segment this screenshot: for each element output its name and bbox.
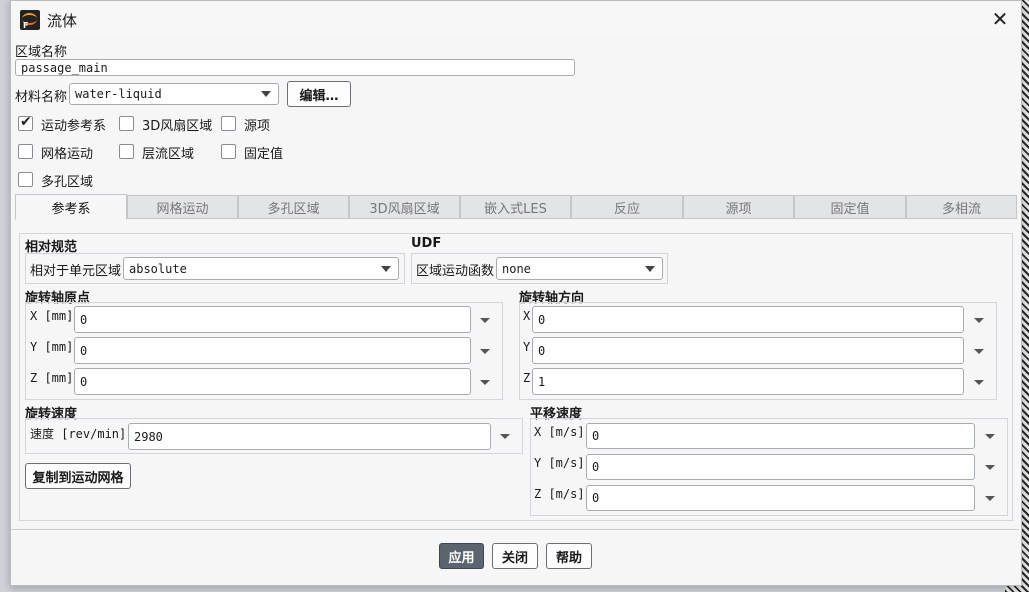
zone-motion-function-value: none <box>502 261 531 276</box>
relative-to-zone-label: 相对于单元区域 <box>30 264 122 279</box>
origin-z-input[interactable]: 0 <box>74 368 471 395</box>
close-icon[interactable]: ✕ <box>989 8 1011 30</box>
translation-x-label: X [m/s] <box>534 425 585 439</box>
edit-material-button[interactable]: 编辑… <box>287 81 351 107</box>
checkbox-mesh-motion[interactable] <box>18 144 33 159</box>
translation-z-dropdown-icon[interactable] <box>985 496 995 501</box>
checkbox-label-fixed-values: 固定值 <box>244 147 284 162</box>
translation-y-input[interactable]: 0 <box>586 454 975 480</box>
help-button[interactable]: 帮助 <box>546 543 592 569</box>
direction-y-dropdown-icon[interactable] <box>974 349 984 354</box>
udf-title: UDF <box>411 236 442 251</box>
direction-z-label: Z <box>523 371 531 385</box>
zone-name-input[interactable]: passage_main <box>15 59 575 76</box>
translation-y-label: Y [m/s] <box>534 456 585 470</box>
checkbox-label-moving-reference: 运动参考系 <box>41 119 107 134</box>
material-label: 材料名称 <box>15 90 68 105</box>
origin-z-label: Z [mm] <box>30 371 74 385</box>
checkbox-porous-zone[interactable] <box>18 172 33 187</box>
translation-x-dropdown-icon[interactable] <box>985 434 995 439</box>
origin-y-label: Y [mm] <box>30 340 74 354</box>
direction-x-input[interactable]: 0 <box>532 306 964 333</box>
rotation-speed-group: 速度 [rev/min] 2980 <box>25 418 523 454</box>
origin-x-input[interactable]: 0 <box>74 306 471 333</box>
translation-z-label: Z [m/s] <box>534 487 585 501</box>
copy-to-mesh-motion-button[interactable]: 复制到运动网格 <box>25 463 131 489</box>
chevron-down-icon <box>261 91 271 97</box>
zone-name-label: 区域名称 <box>15 45 68 60</box>
origin-y-dropdown-icon[interactable] <box>480 349 490 354</box>
zone-motion-function-label: 区域运动函数 <box>416 264 495 279</box>
window-title: 流体 <box>47 12 78 30</box>
udf-group: 区域运动函数 none <box>411 253 668 284</box>
material-select[interactable]: water-liquid <box>69 83 279 105</box>
checkbox-source-terms[interactable] <box>221 116 236 131</box>
rotation-speed-label: 速度 [rev/min] <box>30 427 127 441</box>
tab-fixed-values[interactable]: 固定值 <box>794 195 906 219</box>
close-button[interactable]: 关闭 <box>492 543 538 569</box>
zone-motion-function-select[interactable]: none <box>496 257 663 280</box>
footer-divider <box>11 529 1019 530</box>
material-select-value: water-liquid <box>75 87 162 101</box>
reference-frame-panel: 相对规范 相对于单元区域 absolute UDF 区域运动函数 none 旋转… <box>19 233 1013 521</box>
fluid-dialog: F 流体 ✕ 区域名称 passage_main 材料名称 water-liqu… <box>10 0 1022 586</box>
checkbox-fixed-values[interactable] <box>221 144 236 159</box>
checkbox-label-3d-fan: 3D风扇区域 <box>142 119 213 134</box>
checkbox-label-mesh-motion: 网格运动 <box>41 147 94 162</box>
translation-y-dropdown-icon[interactable] <box>985 465 995 470</box>
relative-to-zone-value: absolute <box>129 261 187 276</box>
axis-origin-group: X [mm] 0 Y [mm] 0 Z [mm] 0 <box>25 302 503 400</box>
chevron-down-icon <box>381 265 391 272</box>
tab-reaction[interactable]: 反应 <box>571 195 683 219</box>
translation-x-input[interactable]: 0 <box>586 423 975 449</box>
direction-z-dropdown-icon[interactable] <box>974 380 984 385</box>
direction-y-input[interactable]: 0 <box>532 337 964 364</box>
tab-bar: 参考系 网格运动 多孔区域 3D风扇区域 嵌入式LES 反应 源项 固定值 多相… <box>15 194 1017 220</box>
relative-to-zone-select[interactable]: absolute <box>123 257 399 280</box>
origin-x-label: X [mm] <box>30 309 74 323</box>
direction-x-dropdown-icon[interactable] <box>974 318 984 323</box>
app-logo-icon: F <box>20 10 40 30</box>
direction-z-input[interactable]: 1 <box>532 368 964 395</box>
tab-reference-frame[interactable]: 参考系 <box>15 194 127 220</box>
checkbox-label-laminar-zone: 层流区域 <box>142 147 195 162</box>
origin-z-dropdown-icon[interactable] <box>480 380 490 385</box>
checkbox-moving-reference[interactable] <box>18 114 33 131</box>
checkbox-3d-fan[interactable] <box>119 116 134 131</box>
direction-y-label: Y <box>523 340 531 354</box>
checkbox-label-source-terms: 源项 <box>244 119 271 134</box>
rotation-speed-input[interactable]: 2980 <box>128 423 491 450</box>
tab-porous-zone[interactable]: 多孔区域 <box>238 195 349 219</box>
relative-spec-group: 相对于单元区域 absolute <box>25 253 405 284</box>
tab-embedded-les[interactable]: 嵌入式LES <box>460 195 571 219</box>
translation-z-input[interactable]: 0 <box>586 485 975 511</box>
axis-direction-group: X 0 Y 0 Z 1 <box>519 302 997 400</box>
origin-y-input[interactable]: 0 <box>74 337 471 364</box>
title-bar: F 流体 ✕ <box>11 1 1021 37</box>
tab-source-terms[interactable]: 源项 <box>683 195 794 219</box>
origin-x-dropdown-icon[interactable] <box>480 318 490 323</box>
chevron-down-icon <box>645 265 655 272</box>
apply-button[interactable]: 应用 <box>439 543 484 569</box>
tab-mesh-motion[interactable]: 网格运动 <box>127 195 238 219</box>
checkbox-label-porous-zone: 多孔区域 <box>41 175 94 190</box>
tab-multiphase[interactable]: 多相流 <box>906 195 1017 219</box>
rotation-speed-dropdown-icon[interactable] <box>500 434 510 439</box>
checkbox-laminar-zone[interactable] <box>119 144 134 159</box>
tab-3d-fan-zone[interactable]: 3D风扇区域 <box>349 195 460 219</box>
direction-x-label: X <box>523 309 531 323</box>
translation-speed-group: X [m/s] 0 Y [m/s] 0 Z [m/s] 0 <box>530 418 1008 516</box>
